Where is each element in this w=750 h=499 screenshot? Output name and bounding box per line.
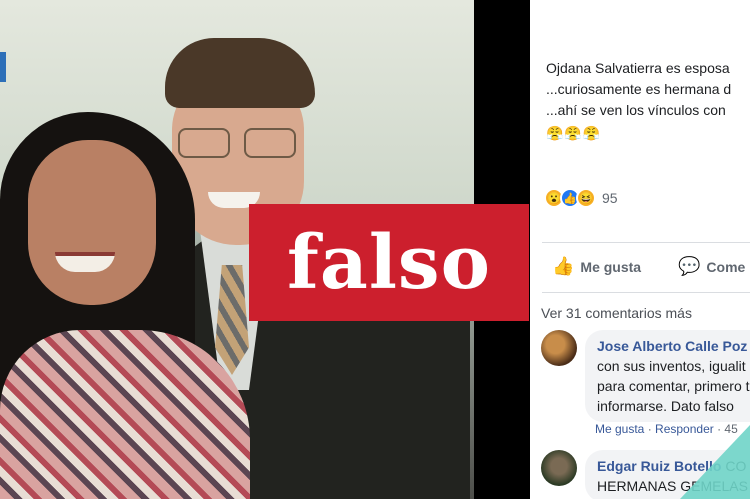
post-line: ...ahí se ven los vínculos con: [546, 102, 726, 118]
avatar[interactable]: [541, 330, 577, 366]
like-button[interactable]: 👍 Me gusta: [552, 256, 641, 277]
comment-button-label: Come: [706, 258, 746, 275]
falso-stamp: falso: [249, 204, 529, 321]
comment-reply-link[interactable]: Responder: [655, 422, 714, 436]
post-emojis: 😤😤😤: [546, 125, 602, 141]
comment-icon: 💬: [678, 256, 701, 276]
meta-separator: ·: [644, 422, 656, 436]
post-text: Ojdana Salvatierra es esposa ...curiosam…: [546, 58, 750, 144]
like-button-label: Me gusta: [580, 258, 642, 275]
reactions-summary[interactable]: 😮 👍 😆 95: [544, 188, 618, 208]
haha-reaction-icon: 😆: [576, 188, 596, 208]
comment-button[interactable]: 💬 Come: [678, 256, 745, 277]
facebook-post-panel: Ojdana Salvatierra es esposa ...curiosam…: [530, 0, 750, 499]
woman-face: [28, 140, 156, 305]
falso-stamp-label: falso: [287, 219, 491, 306]
post-line: ...curiosamente es hermana d: [546, 81, 732, 97]
avatar[interactable]: [541, 450, 577, 486]
view-more-comments-link[interactable]: Ver 31 comentarios más: [541, 305, 692, 321]
comment-author[interactable]: Jose Alberto Calle Poz: [597, 336, 750, 356]
post-line: Ojdana Salvatierra es esposa: [546, 60, 730, 76]
comment-like-link[interactable]: Me gusta: [595, 422, 644, 436]
photo-blue-marker: [0, 52, 6, 82]
man-hair: [165, 38, 315, 108]
thumbs-up-icon: 👍: [552, 256, 575, 276]
comment-line: para comentar, primero t: [597, 378, 750, 394]
comment-line: informarse. Dato falso: [597, 398, 734, 414]
glasses: [178, 128, 300, 162]
divider: [542, 242, 750, 243]
comment-bubble: Jose Alberto Calle Poz con sus inventos,…: [585, 330, 750, 422]
comment-time: · 45: [713, 422, 738, 436]
comment-meta: Me gusta · Responder · 45: [595, 422, 738, 436]
divider: [542, 292, 750, 293]
reaction-count: 95: [602, 190, 618, 206]
comment-author[interactable]: Edgar Ruiz Botello: [597, 458, 721, 474]
comment-line: con sus inventos, igualit: [597, 358, 746, 374]
